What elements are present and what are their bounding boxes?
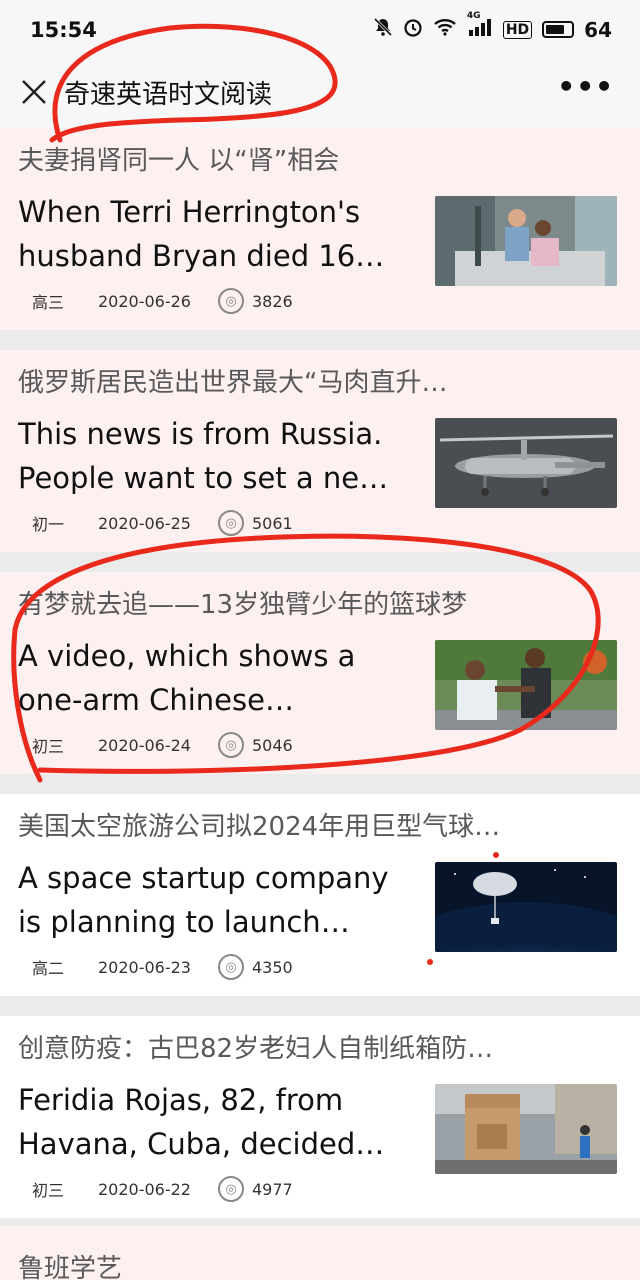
- wifi-icon: [433, 17, 457, 42]
- article-title: 创意防疫：古巴82岁老妇人自制纸箱防…: [18, 1034, 494, 1064]
- article-title: 俄罗斯居民造出世界最大“马肉直升…: [18, 368, 448, 398]
- article-summary: This news is from Russia. People want to…: [18, 417, 389, 495]
- bell-off-icon: [373, 17, 393, 42]
- article-meta: 初三 2020-06-24 ◎ 5046: [32, 732, 293, 758]
- view-count-icon: ◎: [218, 510, 244, 536]
- article-meta: 高二 2020-06-23 ◎ 4350: [32, 954, 293, 980]
- view-count: 3826: [252, 291, 293, 311]
- status-bar: 15:54 4G HD 64: [0, 0, 640, 62]
- article-title: 鲁班学艺: [18, 1254, 123, 1280]
- article-title: 美国太空旅游公司拟2024年用巨型气球…: [18, 812, 501, 842]
- article-summary: Feridia Rojas, 82, from Havana, Cuba, de…: [18, 1083, 385, 1161]
- publish-date: 2020-06-25: [98, 513, 191, 533]
- publish-date: 2020-06-23: [98, 957, 191, 977]
- status-time: 15:54: [30, 18, 97, 42]
- article-card[interactable]: 美国太空旅游公司拟2024年用巨型气球… A space startup com…: [0, 794, 640, 996]
- article-list: 夫妻捐肾同一人 以“肾”相会 When Terri Herrington's h…: [0, 128, 640, 1238]
- article-summary: When Terri Herrington's husband Bryan di…: [18, 195, 385, 273]
- battery-level: 64: [584, 17, 612, 42]
- view-count: 4977: [252, 1179, 293, 1199]
- article-card[interactable]: 俄罗斯居民造出世界最大“马肉直升… This news is from Russ…: [0, 350, 640, 552]
- close-icon[interactable]: [14, 72, 54, 112]
- view-count-icon: ◎: [218, 288, 244, 314]
- article-summary: A video, which shows a one-arm Chinese…: [18, 639, 356, 717]
- article-thumbnail: [435, 418, 617, 508]
- article-meta: 初三 2020-06-22 ◎ 4977: [32, 1176, 293, 1202]
- status-icons: 4G HD 64: [373, 11, 612, 42]
- cellular-signal-icon: 4G: [467, 11, 493, 42]
- article-card[interactable]: 夫妻捐肾同一人 以“肾”相会 When Terri Herrington's h…: [0, 128, 640, 330]
- signal-4g-label: 4G: [466, 11, 481, 21]
- view-count-icon: ◎: [218, 954, 244, 980]
- publish-date: 2020-06-24: [98, 735, 191, 755]
- grade-label: 初一: [32, 515, 65, 534]
- page-title: 奇速英语时文阅读: [64, 80, 273, 110]
- publish-date: 2020-06-26: [98, 291, 191, 311]
- view-count: 5046: [252, 735, 293, 755]
- article-card[interactable]: 鲁班学艺: [0, 1226, 640, 1280]
- article-meta: 高三 2020-06-26 ◎ 3826: [32, 288, 293, 314]
- grade-label: 高二: [32, 959, 65, 978]
- nav-bar: 奇速英语时文阅读 •••: [0, 62, 640, 128]
- more-icon[interactable]: •••: [557, 70, 614, 103]
- hd-label: HD: [502, 20, 533, 39]
- article-thumbnail: [435, 1084, 617, 1174]
- article-title: 夫妻捐肾同一人 以“肾”相会: [18, 146, 340, 176]
- grade-label: 初三: [32, 737, 65, 756]
- article-title: 有梦就去追——13岁独臂少年的篮球梦: [18, 590, 468, 620]
- article-thumbnail: [435, 640, 617, 730]
- view-count-icon: ◎: [218, 1176, 244, 1202]
- article-card[interactable]: 创意防疫：古巴82岁老妇人自制纸箱防… Feridia Rojas, 82, f…: [0, 1016, 640, 1218]
- view-count: 5061: [252, 513, 293, 533]
- grade-label: 高三: [32, 293, 65, 312]
- article-meta: 初一 2020-06-25 ◎ 5061: [32, 510, 293, 536]
- article-thumbnail: [435, 862, 617, 952]
- publish-date: 2020-06-22: [98, 1179, 191, 1199]
- grade-label: 初三: [32, 1181, 65, 1200]
- view-count-icon: ◎: [218, 732, 244, 758]
- article-thumbnail: [435, 196, 617, 286]
- view-count: 4350: [252, 957, 293, 977]
- battery-icon: [542, 21, 575, 38]
- article-card[interactable]: 有梦就去追——13岁独臂少年的篮球梦 A video, which shows …: [0, 572, 640, 774]
- article-summary: A space startup company is planning to l…: [18, 861, 389, 939]
- alarm-icon: [403, 17, 423, 42]
